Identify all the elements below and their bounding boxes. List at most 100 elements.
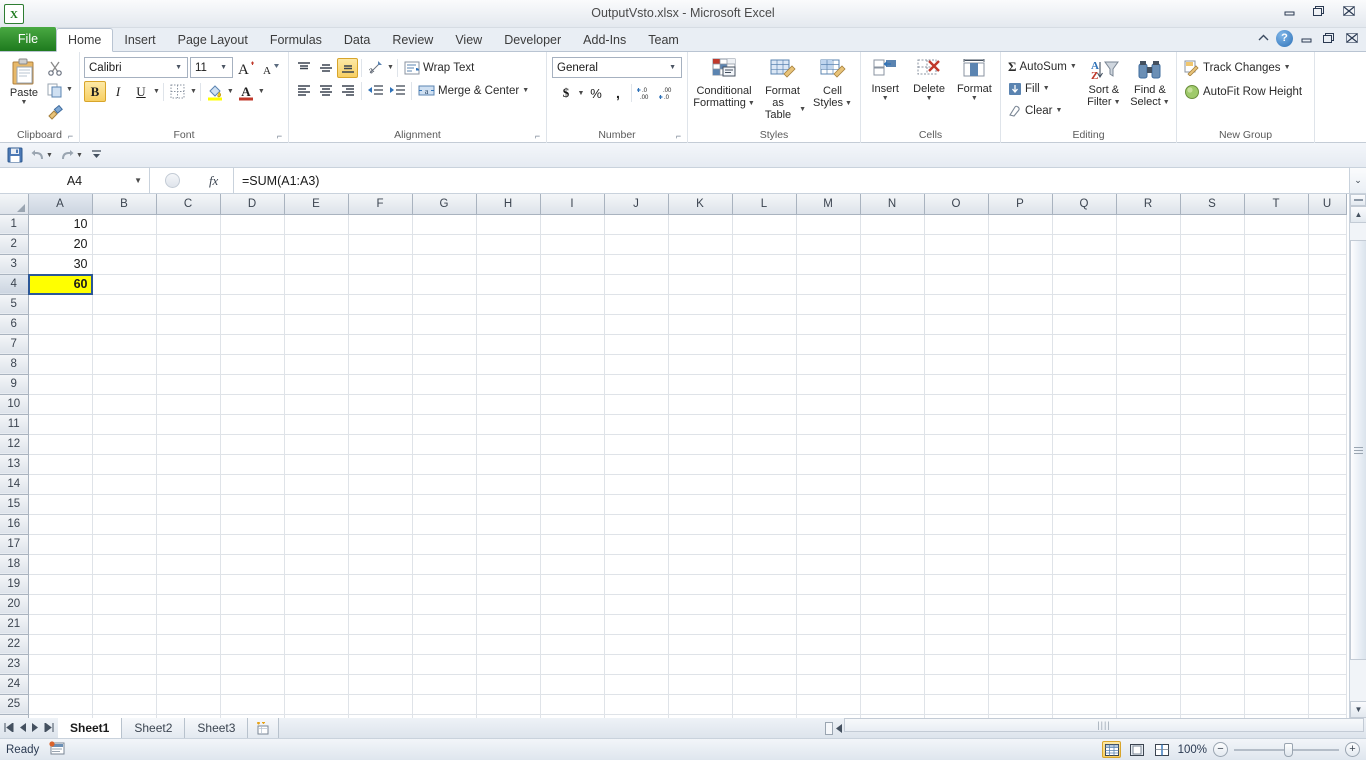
cell-S13[interactable] [1180, 454, 1245, 475]
cell-D16[interactable] [220, 514, 285, 535]
cell-E24[interactable] [284, 674, 349, 695]
close-button[interactable] [1336, 2, 1362, 20]
cell-Q25[interactable] [1052, 694, 1117, 715]
cell-J12[interactable] [604, 434, 669, 455]
cell-F11[interactable] [348, 414, 413, 435]
tab-file[interactable]: File [0, 27, 56, 51]
cell-N10[interactable] [860, 394, 925, 415]
cell-N1[interactable] [860, 214, 925, 235]
cell-D23[interactable] [220, 654, 285, 675]
cell-S6[interactable] [1180, 314, 1245, 335]
cell-P23[interactable] [988, 654, 1053, 675]
cell-D1[interactable] [220, 214, 285, 235]
insert-worksheet-button[interactable] [248, 718, 280, 738]
sort-filter-button[interactable]: A Z Sort & Filter ▼ [1082, 56, 1126, 110]
cell-H17[interactable] [476, 534, 541, 555]
cell-A17[interactable] [28, 534, 93, 555]
cell-N25[interactable] [860, 694, 925, 715]
cell-F7[interactable] [348, 334, 413, 355]
cell-B19[interactable] [92, 574, 157, 595]
cell-M22[interactable] [796, 634, 861, 655]
cell-Q1[interactable] [1052, 214, 1117, 235]
cell-P1[interactable] [988, 214, 1053, 235]
cell-A3[interactable]: 30 [28, 254, 93, 275]
column-header-R[interactable]: R [1116, 194, 1181, 215]
row-header-19[interactable]: 19 [0, 574, 29, 595]
cell-H21[interactable] [476, 614, 541, 635]
column-header-J[interactable]: J [604, 194, 669, 215]
cell-A23[interactable] [28, 654, 93, 675]
cell-S3[interactable] [1180, 254, 1245, 275]
row-header-10[interactable]: 10 [0, 394, 29, 415]
cell-N24[interactable] [860, 674, 925, 695]
cell-A14[interactable] [28, 474, 93, 495]
cell-E12[interactable] [284, 434, 349, 455]
cell-G22[interactable] [412, 634, 477, 655]
track-changes-caret-icon[interactable]: ▼ [1284, 64, 1291, 71]
find-select-button[interactable]: Find & Select ▼ [1128, 56, 1172, 110]
cell-I19[interactable] [540, 574, 605, 595]
cell-R17[interactable] [1116, 534, 1181, 555]
accounting-format-button[interactable]: $ [556, 83, 577, 103]
cell-O15[interactable] [924, 494, 989, 515]
cell-B17[interactable] [92, 534, 157, 555]
cancel-formula-icon[interactable] [164, 173, 180, 188]
cell-D5[interactable] [220, 294, 285, 315]
font-size-combo[interactable]: 11 ▼ [190, 57, 233, 78]
cell-D20[interactable] [220, 594, 285, 615]
column-header-S[interactable]: S [1180, 194, 1245, 215]
cell-P14[interactable] [988, 474, 1053, 495]
cell-N22[interactable] [860, 634, 925, 655]
column-header-N[interactable]: N [860, 194, 925, 215]
cell-L4[interactable] [732, 274, 797, 295]
cell-O6[interactable] [924, 314, 989, 335]
vertical-split-handle[interactable] [1350, 194, 1366, 206]
cell-I7[interactable] [540, 334, 605, 355]
cell-C21[interactable] [156, 614, 221, 635]
cell-H25[interactable] [476, 694, 541, 715]
format-as-table-caret-icon[interactable]: ▼ [799, 106, 806, 113]
cell-G23[interactable] [412, 654, 477, 675]
cell-F4[interactable] [348, 274, 413, 295]
cell-F25[interactable] [348, 694, 413, 715]
cell-B8[interactable] [92, 354, 157, 375]
cell-M12[interactable] [796, 434, 861, 455]
cell-T22[interactable] [1244, 634, 1309, 655]
cell-J2[interactable] [604, 234, 669, 255]
increase-decimal-button[interactable]: .0 .00 [635, 83, 656, 103]
cell-E1[interactable] [284, 214, 349, 235]
bold-button[interactable]: B [84, 81, 106, 102]
cell-T21[interactable] [1244, 614, 1309, 635]
cell-S21[interactable] [1180, 614, 1245, 635]
cell-D13[interactable] [220, 454, 285, 475]
cell-Q3[interactable] [1052, 254, 1117, 275]
cell-R8[interactable] [1116, 354, 1181, 375]
cell-K25[interactable] [668, 694, 733, 715]
restore-workbook-button[interactable] [1319, 29, 1339, 47]
cell-K17[interactable] [668, 534, 733, 555]
cell-O10[interactable] [924, 394, 989, 415]
cell-S14[interactable] [1180, 474, 1245, 495]
cell-U13[interactable] [1308, 454, 1347, 475]
cell-A9[interactable] [28, 374, 93, 395]
cell-U5[interactable] [1308, 294, 1347, 315]
sort-filter-caret-icon[interactable]: ▼ [1114, 99, 1121, 106]
cell-Q14[interactable] [1052, 474, 1117, 495]
cell-T8[interactable] [1244, 354, 1309, 375]
cell-A20[interactable] [28, 594, 93, 615]
cell-N12[interactable] [860, 434, 925, 455]
cell-L24[interactable] [732, 674, 797, 695]
cell-U9[interactable] [1308, 374, 1347, 395]
cell-G4[interactable] [412, 274, 477, 295]
row-header-17[interactable]: 17 [0, 534, 29, 555]
cell-G17[interactable] [412, 534, 477, 555]
cell-B2[interactable] [92, 234, 157, 255]
name-box-caret-icon[interactable]: ▼ [134, 176, 142, 185]
cell-L23[interactable] [732, 654, 797, 675]
column-header-P[interactable]: P [988, 194, 1053, 215]
cell-C22[interactable] [156, 634, 221, 655]
cell-R21[interactable] [1116, 614, 1181, 635]
decrease-indent-button[interactable] [365, 81, 386, 101]
cell-O9[interactable] [924, 374, 989, 395]
cell-I1[interactable] [540, 214, 605, 235]
